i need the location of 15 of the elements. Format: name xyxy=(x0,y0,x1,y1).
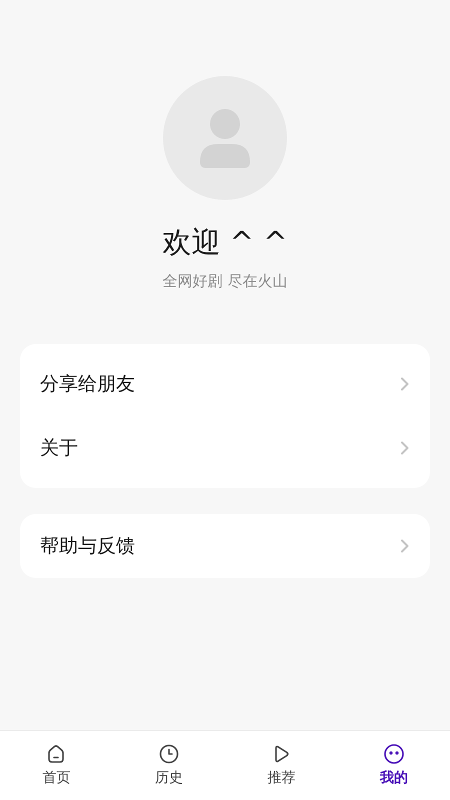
chevron-icon xyxy=(400,377,410,391)
tab[interactable]: 我的 xyxy=(338,731,450,800)
tab[interactable]: 历史 xyxy=(112,731,225,800)
chevron-icon xyxy=(400,441,410,455)
tab[interactable]: 推荐 xyxy=(225,731,338,800)
menu-item[interactable]: 帮助与反馈 xyxy=(20,518,430,574)
chevron-icon xyxy=(400,539,410,553)
welcome-title: 欢迎 ^ ^ xyxy=(162,224,288,261)
clock-icon xyxy=(158,743,180,765)
menu-item[interactable]: 关于 xyxy=(20,420,430,476)
avatar-icon xyxy=(163,76,287,200)
menu-item[interactable]: 分享给朋友 xyxy=(20,356,430,412)
tab[interactable]: 首页 xyxy=(0,731,112,800)
slogan-text: 全网好剧 尽在火山 xyxy=(162,271,288,292)
face-icon xyxy=(382,743,405,765)
